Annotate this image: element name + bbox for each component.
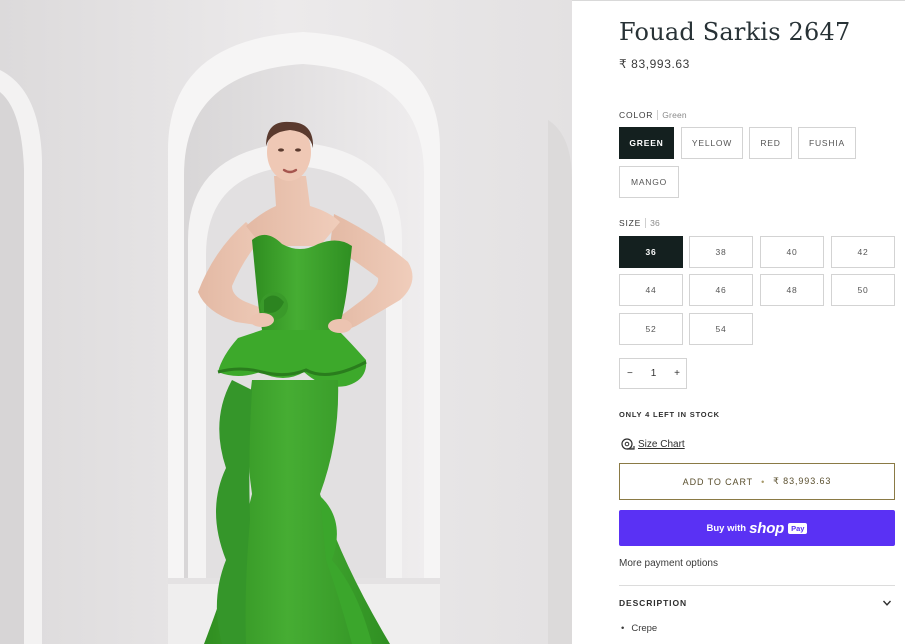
more-payment-options-link[interactable]: More payment options	[619, 558, 718, 569]
product-price: ₹ 83,993.63	[619, 57, 690, 71]
size-option-36[interactable]: 36	[619, 236, 683, 268]
size-chart-link[interactable]: Size Chart	[621, 438, 685, 451]
color-option-red[interactable]: RED	[749, 127, 792, 159]
quantity-increase-button[interactable]: +	[674, 368, 680, 379]
add-to-cart-price: ₹ 83,993.63	[773, 476, 832, 486]
quantity-decrease-button[interactable]: −	[627, 368, 633, 379]
color-label: COLOR Green	[619, 110, 687, 120]
size-option-48[interactable]: 48	[760, 274, 824, 306]
size-selected-value: 36	[645, 218, 660, 228]
measuring-tape-icon	[621, 438, 635, 450]
size-option-38[interactable]: 38	[689, 236, 753, 268]
description-divider	[619, 585, 895, 586]
add-to-cart-label: ADD TO CART	[682, 476, 754, 487]
shop-pay-badge: Pay	[788, 522, 808, 534]
size-option-50[interactable]: 50	[831, 274, 895, 306]
size-option-46[interactable]: 46	[689, 274, 753, 306]
add-to-cart-separator: •	[761, 476, 766, 487]
product-title: Fouad Sarkis 2647	[619, 18, 851, 46]
size-option-54[interactable]: 54	[689, 313, 753, 345]
shop-pay-logo: shop	[749, 519, 785, 537]
size-option-44[interactable]: 44	[619, 274, 683, 306]
add-to-cart-button[interactable]: ADD TO CART • ₹ 83,993.63	[619, 463, 895, 500]
color-option-yellow[interactable]: YELLOW	[681, 127, 743, 159]
color-option-green[interactable]: GREEN	[619, 127, 674, 159]
description-list: Crepe	[621, 623, 657, 634]
size-chart-label: Size Chart	[638, 439, 685, 450]
color-option-mango[interactable]: MANGO	[619, 166, 679, 198]
chevron-down-icon	[882, 600, 892, 606]
product-image[interactable]	[0, 0, 572, 644]
size-label: SIZE 36	[619, 218, 660, 228]
product-photo	[0, 0, 572, 644]
size-option-52[interactable]: 52	[619, 313, 683, 345]
color-selected-value: Green	[657, 110, 687, 120]
stock-notice: ONLY 4 LEFT IN STOCK	[619, 410, 720, 419]
color-option-fushia[interactable]: FUSHIA	[798, 127, 856, 159]
shop-pay-buy-with: Buy with	[706, 522, 747, 534]
quantity-stepper: − 1 +	[619, 358, 687, 389]
size-option-40[interactable]: 40	[760, 236, 824, 268]
description-heading: DESCRIPTION	[619, 598, 687, 608]
quantity-value[interactable]: 1	[651, 368, 657, 379]
size-option-42[interactable]: 42	[831, 236, 895, 268]
description-toggle[interactable]: DESCRIPTION	[619, 598, 895, 608]
size-label-text: SIZE	[619, 218, 642, 228]
color-label-text: COLOR	[619, 110, 654, 120]
shop-pay-button[interactable]: Buy with shop Pay	[619, 510, 895, 546]
description-item: Crepe	[621, 623, 657, 634]
